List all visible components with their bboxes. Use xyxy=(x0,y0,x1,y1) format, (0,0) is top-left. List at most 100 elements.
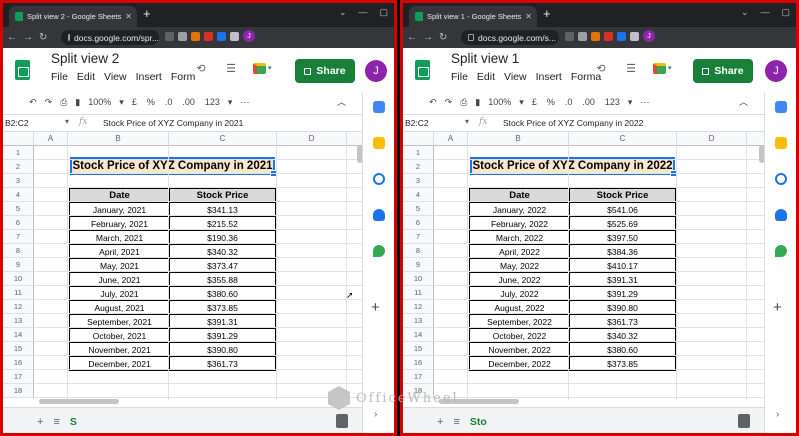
sheet-tab[interactable]: Sto xyxy=(470,416,487,428)
tasks-icon[interactable] xyxy=(775,173,787,185)
calendar-icon[interactable] xyxy=(775,101,787,113)
menu-item[interactable]: File xyxy=(51,71,68,83)
format-button[interactable]: .0 xyxy=(165,97,173,107)
menu-item[interactable]: Insert xyxy=(536,71,562,83)
spreadsheet-grid[interactable]: ABCD Stock Price of XYZ Company in 2021 … xyxy=(3,132,362,400)
column-header[interactable]: C xyxy=(169,132,277,146)
sheets-logo-icon[interactable] xyxy=(415,60,430,80)
column-header[interactable]: D xyxy=(277,132,347,146)
document-title[interactable]: Split view 2 xyxy=(51,51,119,66)
row-header[interactable]: 18 xyxy=(3,384,34,398)
column-header[interactable]: A xyxy=(434,132,468,146)
url-bar[interactable]: docs.google.com/spr... xyxy=(61,30,159,45)
row-header[interactable]: 3 xyxy=(403,174,434,188)
row-header[interactable]: 13 xyxy=(403,314,434,328)
row-header[interactable]: 6 xyxy=(403,216,434,230)
puzzle-icon[interactable] xyxy=(630,31,639,41)
paint-format-icon[interactable]: ▮ xyxy=(75,97,80,108)
more-icon[interactable]: ⋯ xyxy=(640,97,649,108)
column-header[interactable]: C xyxy=(569,132,677,146)
maps-icon[interactable] xyxy=(373,245,385,257)
minimize-icon[interactable]: — xyxy=(358,7,367,18)
forward-icon[interactable]: → xyxy=(423,32,433,43)
column-header[interactable]: A xyxy=(34,132,68,146)
row-header[interactable]: 7 xyxy=(403,230,434,244)
column-header[interactable]: B xyxy=(68,132,169,146)
row-header[interactable]: 8 xyxy=(403,244,434,258)
row-header[interactable]: 15 xyxy=(403,342,434,356)
format-button[interactable]: % xyxy=(547,97,555,107)
puzzle-icon[interactable] xyxy=(230,31,239,41)
calendar-icon[interactable] xyxy=(373,101,385,113)
row-header[interactable]: 7 xyxy=(3,230,34,244)
zoom-select[interactable]: 100% xyxy=(488,97,511,107)
extension-icon[interactable] xyxy=(591,31,600,41)
new-tab-button[interactable]: + xyxy=(143,7,151,21)
row-header[interactable]: 11 xyxy=(3,286,34,300)
account-avatar[interactable]: J xyxy=(365,60,387,82)
comment-icon[interactable]: ☰ xyxy=(219,56,243,80)
spreadsheet-grid[interactable]: ABCD Stock Price of XYZ Company in 2022 … xyxy=(403,132,764,400)
row-header[interactable]: 11 xyxy=(403,286,434,300)
history-icon[interactable]: ⟲ xyxy=(189,56,213,80)
horizontal-scrollbar[interactable] xyxy=(39,399,119,404)
close-tab-icon[interactable]: ✕ xyxy=(125,12,137,21)
row-header[interactable]: 9 xyxy=(3,258,34,272)
chevron-down-icon[interactable]: ▾ xyxy=(228,97,233,108)
sheets-logo-icon[interactable] xyxy=(15,60,30,80)
paint-format-icon[interactable]: ▮ xyxy=(475,97,480,108)
print-icon[interactable]: ⎙ xyxy=(460,97,467,108)
row-header[interactable]: 15 xyxy=(3,342,34,356)
row-header[interactable]: 12 xyxy=(403,300,434,314)
more-icon[interactable]: ⋯ xyxy=(240,97,249,108)
extension-icon[interactable] xyxy=(191,31,200,41)
menu-item[interactable]: Edit xyxy=(477,71,495,83)
new-tab-button[interactable]: + xyxy=(543,7,551,21)
back-icon[interactable]: ← xyxy=(7,32,17,43)
menu-item[interactable]: File xyxy=(451,71,468,83)
column-header[interactable]: D xyxy=(677,132,747,146)
document-title[interactable]: Split view 1 xyxy=(451,51,519,66)
tasks-icon[interactable] xyxy=(373,173,385,185)
format-button[interactable]: .00 xyxy=(182,97,195,107)
share-button[interactable]: Share xyxy=(295,59,355,83)
redo-icon[interactable]: ↷ xyxy=(445,97,453,108)
share-button[interactable]: Share xyxy=(693,59,753,83)
reload-icon[interactable]: ↻ xyxy=(39,32,47,43)
all-sheets-icon[interactable]: ≡ xyxy=(53,416,59,428)
forward-icon[interactable]: → xyxy=(23,32,33,43)
contacts-icon[interactable] xyxy=(775,209,787,221)
select-all-corner[interactable] xyxy=(3,132,34,146)
row-header[interactable]: 5 xyxy=(403,202,434,216)
format-button[interactable]: £ xyxy=(132,97,137,107)
extension-icon[interactable] xyxy=(217,31,226,41)
reload-icon[interactable]: ↻ xyxy=(439,32,447,43)
maximize-icon[interactable]: ▢ xyxy=(379,7,388,18)
row-header[interactable]: 1 xyxy=(3,146,34,160)
comment-icon[interactable]: ☰ xyxy=(619,56,643,80)
bookmark-icon[interactable] xyxy=(178,31,187,41)
row-header[interactable]: 4 xyxy=(403,188,434,202)
row-header[interactable]: 9 xyxy=(403,258,434,272)
row-header[interactable]: 10 xyxy=(403,272,434,286)
menu-item[interactable]: View xyxy=(104,71,127,83)
row-header[interactable]: 16 xyxy=(3,356,34,370)
extension-icon[interactable] xyxy=(604,31,613,41)
sheet-tab[interactable]: S xyxy=(70,416,77,428)
add-sheet-button[interactable]: + xyxy=(37,416,43,428)
browser-tab[interactable]: Split view 2 - Google Sheets ✕ xyxy=(9,6,137,27)
redo-icon[interactable]: ↷ xyxy=(45,97,53,108)
maps-icon[interactable] xyxy=(775,245,787,257)
format-button[interactable]: £ xyxy=(532,97,537,107)
add-sheet-button[interactable]: + xyxy=(437,416,443,428)
maximize-icon[interactable]: ▢ xyxy=(781,7,790,18)
row-header[interactable]: 10 xyxy=(3,272,34,286)
select-all-corner[interactable] xyxy=(403,132,434,146)
column-header[interactable]: B xyxy=(468,132,569,146)
contacts-icon[interactable] xyxy=(373,209,385,221)
row-header[interactable]: 14 xyxy=(403,328,434,342)
collapse-toolbar-icon[interactable]: ︿ xyxy=(739,95,748,108)
row-header[interactable]: 6 xyxy=(3,216,34,230)
formula-input[interactable]: Stock Price of XYZ Company in 2021 xyxy=(103,118,243,128)
menu-item[interactable]: Edit xyxy=(77,71,95,83)
